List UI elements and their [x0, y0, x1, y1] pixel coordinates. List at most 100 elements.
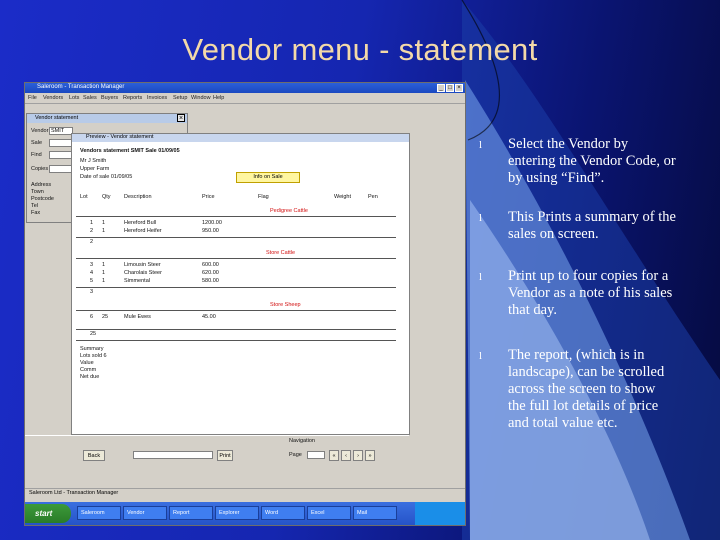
table-cell: Limousin Steer [124, 262, 161, 268]
minimize-icon[interactable]: _ [437, 84, 445, 92]
table-cell: 1 [102, 270, 106, 276]
taskbar-item[interactable]: Explorer [215, 506, 259, 520]
vendor-address-labels: Address Town Postcode Tel Fax [31, 182, 54, 217]
page-input[interactable] [307, 451, 325, 459]
bullet-marker: l [479, 139, 483, 151]
status-text: Saleroom Ltd - Transaction Manager [29, 490, 119, 496]
menu-sales[interactable]: Sales [83, 95, 97, 101]
last-page-icon[interactable]: » [365, 450, 375, 461]
menu-bar: File Vendors Lots Sales Buyers Reports I… [25, 94, 465, 104]
table-cell: 6 [90, 314, 94, 320]
footer-line: Net due [80, 374, 100, 380]
bullet-item: l This Prints a summary of the sales on s… [476, 209, 676, 243]
menu-buyers[interactable]: Buyers [101, 95, 118, 101]
close-icon[interactable]: × [455, 84, 463, 92]
divider [76, 340, 396, 341]
town-label: Town [31, 189, 44, 195]
vendor-window-close-icon[interactable]: × [177, 114, 185, 122]
sale-input[interactable] [49, 139, 73, 147]
divider [76, 216, 396, 217]
divider [76, 237, 396, 238]
report-title-bar: Preview - Vendor statement [72, 134, 409, 142]
table-cell: 580.00 [202, 278, 219, 284]
taskbar-item[interactable]: Report [169, 506, 213, 520]
table-cell: Hereford Bull [124, 220, 157, 226]
table-cell: 1 [102, 228, 106, 234]
taskbar-item[interactable]: Word [261, 506, 305, 520]
vendor-code-input[interactable]: SMIT [49, 127, 73, 135]
taskbar-item[interactable]: Saleroom [77, 506, 121, 520]
prev-page-icon[interactable]: ‹ [341, 450, 351, 461]
section-total: 3 [90, 289, 94, 295]
taskbar-item[interactable]: Vendor [123, 506, 167, 520]
table-cell: Charolais Steer [124, 270, 162, 276]
copies-input[interactable] [49, 165, 73, 173]
report-footer: Summary Lots sold 6 Value Comm Net due [80, 346, 107, 381]
page-label: Page [289, 452, 302, 458]
table-cell: 1 [102, 220, 106, 226]
report-subline: Date of sale 01/09/05 [80, 174, 133, 180]
table-cell: 25 [102, 314, 109, 320]
vendor-window-title: Vendor statement [35, 115, 79, 121]
app-title: Saleroom - Transaction Manager [37, 84, 125, 90]
section-label: Store Cattle [266, 250, 296, 256]
app-title-bar: Saleroom - Transaction Manager _ □ × [25, 83, 465, 93]
report-controls: Back Print Navigation Page « ‹ › » [25, 435, 409, 470]
bullet-marker: l [479, 350, 483, 362]
menu-vendors[interactable]: Vendors [43, 95, 63, 101]
footer-line: Lots sold 6 [80, 353, 107, 359]
table-cell: 1 [102, 278, 106, 284]
first-page-icon[interactable]: « [329, 450, 339, 461]
report-heading: Vendors statement SMIT Sale 01/09/05 [80, 148, 180, 154]
navigation-label: Navigation [289, 438, 315, 444]
print-button[interactable]: Print [217, 450, 233, 461]
table-cell: 3 [90, 262, 94, 268]
bullet-marker: l [479, 212, 483, 224]
vendor-window-title-bar: Vendor statement × [27, 114, 187, 123]
table-cell: Simmental [124, 278, 150, 284]
table-cell: 600.00 [202, 262, 219, 268]
table-cell: 2 [90, 228, 94, 234]
menu-setup[interactable]: Setup [173, 95, 187, 101]
taskbar-item[interactable]: Mail [353, 506, 397, 520]
menu-file[interactable]: File [28, 95, 37, 101]
slide-title: Vendor menu - statement [182, 32, 538, 67]
col-description: Description [124, 194, 152, 200]
system-tray [415, 502, 465, 525]
bullet-text: This Prints a summary of the sales on sc… [508, 209, 676, 242]
find-input[interactable] [49, 151, 73, 159]
fax-label: Fax [31, 210, 41, 216]
report-preview-window: Preview - Vendor statement Vendors state… [71, 133, 410, 435]
bullet-list: l Select the Vendor by entering the Vendo… [476, 136, 676, 432]
table-cell: 1200.00 [202, 220, 222, 226]
menu-reports[interactable]: Reports [123, 95, 142, 101]
taskbar: start Saleroom Vendor Report Explorer Wo… [25, 502, 465, 525]
divider [76, 258, 396, 259]
footer-line: Summary [80, 346, 104, 352]
menu-lots[interactable]: Lots [69, 95, 79, 101]
menu-help[interactable]: Help [213, 95, 224, 101]
taskbar-item[interactable]: Excel [307, 506, 351, 520]
printer-select[interactable] [133, 451, 213, 459]
table-cell: 5 [90, 278, 94, 284]
col-price: Price [202, 194, 215, 200]
col-pen: Pen [368, 194, 378, 200]
divider [76, 287, 396, 288]
divider [76, 329, 396, 330]
tel-label: Tel [31, 203, 39, 209]
bullet-marker: l [479, 271, 483, 283]
menu-invoices[interactable]: Invoices [147, 95, 167, 101]
table-cell: 1 [90, 220, 94, 226]
copies-label: Copies [31, 166, 49, 172]
footer-line: Value [80, 360, 94, 366]
section-total: 2 [90, 239, 94, 245]
info-on-sale-highlight: Info on Sale [236, 172, 300, 183]
menu-window[interactable]: Window [191, 95, 211, 101]
back-button[interactable]: Back [83, 450, 105, 461]
maximize-icon[interactable]: □ [446, 84, 454, 92]
section-label: Store Sheep [270, 302, 301, 308]
sale-label: Sale [31, 140, 43, 146]
table-cell: Hereford Heifer [124, 228, 162, 234]
next-page-icon[interactable]: › [353, 450, 363, 461]
start-button[interactable]: start [25, 504, 71, 523]
